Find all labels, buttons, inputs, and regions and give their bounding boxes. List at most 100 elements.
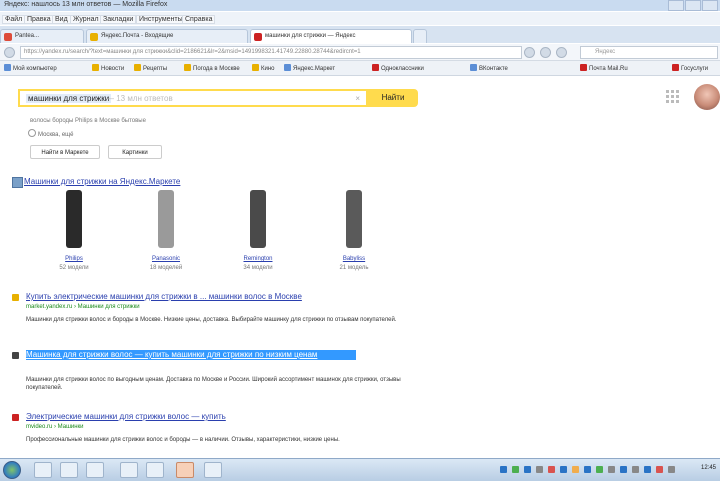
product-name[interactable]: Remington [228,256,288,262]
navigation-bar: https://yandex.ru/search/?text=машинки д… [0,44,720,61]
menu-file[interactable]: Файл [2,15,26,24]
tray-icon[interactable] [608,466,615,473]
bookmark-item[interactable]: Госуслуги [672,64,708,72]
product-image [250,190,266,248]
media-player-icon[interactable] [60,462,78,478]
bookmark-label: Яндекс.Маркет [293,66,336,72]
window-title: Яндекс: нашлось 13 млн ответов — Mozilla… [4,1,168,8]
bookmark-item[interactable]: Почта Mail.Ru [580,64,628,72]
tab-strip: Pantea... Яндекс.Почта - Входящие машинк… [0,26,720,43]
tray-icon[interactable] [560,466,567,473]
chip-market[interactable]: Найти в Маркете [30,145,100,159]
taskbar: 12:45 [0,458,720,481]
bookmark-favicon [580,64,587,71]
related-queries[interactable]: волосы бороды Philips в Москве бытовые [30,118,146,124]
tray-icon[interactable] [524,466,531,473]
result-snippet: Машинки для стрижки волос по выгодным це… [26,377,401,391]
bookmark-label: Кино [261,66,275,72]
product-name[interactable]: Philips [44,256,104,262]
product-count: 52 модели [59,265,89,271]
market-block-link[interactable]: Машинки для стрижки на Яндекс.Маркете [24,177,180,186]
flag-icon[interactable] [656,466,663,473]
user-avatar[interactable] [694,84,720,110]
tray-icon[interactable] [512,466,519,473]
folder-icon[interactable] [86,462,104,478]
bookmarks-bar: Мой компьютер Новости Рецепты Погода в Моск… [0,61,720,76]
browser-search-placeholder: Яндекс [595,49,616,55]
tray-icon[interactable] [584,466,591,473]
menu-history[interactable]: Журнал [70,15,102,24]
site-favicon [12,352,19,359]
app-icon[interactable] [204,462,222,478]
product-image [158,190,174,248]
reload-icon[interactable] [524,47,535,58]
home-icon[interactable] [556,47,567,58]
product-name[interactable]: Babyliss [324,256,384,262]
product-image [346,190,362,248]
bookmark-item[interactable]: Кино [252,64,275,72]
bookmark-item[interactable]: Рецепты [134,64,167,72]
result-url[interactable]: market.yandex.ru › Машинки для стрижки [26,304,140,310]
tab-label: Яндекс.Почта - Входящие [101,33,174,39]
result-title[interactable]: Купить электрические машинки для стрижки… [26,292,302,301]
tray-icon[interactable] [500,466,507,473]
new-tab-button[interactable] [413,29,427,43]
bookmark-item[interactable]: Погода в Москве [184,64,240,72]
explorer-icon[interactable] [34,462,52,478]
bookmark-item[interactable]: Яндекс.Маркет [284,64,335,72]
search-button[interactable]: Найти [368,89,418,107]
menu-view[interactable]: Вид [52,15,71,24]
result-title[interactable]: Электрические машинки для стрижки волос … [26,412,226,421]
app-icon[interactable] [120,462,138,478]
back-button[interactable] [4,47,15,58]
start-button[interactable] [3,461,21,479]
menu-edit[interactable]: Правка [24,15,54,24]
menu-help[interactable]: Справка [182,15,216,24]
clear-icon[interactable]: × [355,94,360,103]
region-selector[interactable]: Москва, ещё [28,129,73,138]
site-favicon [12,414,19,421]
search-query: машинки для стрижки [26,94,112,103]
search-input[interactable]: машинки для стрижки — 13 млн ответов × [18,89,368,107]
bookmark-star-icon[interactable] [540,47,551,58]
app-icon[interactable] [146,462,164,478]
language-icon[interactable] [668,466,675,473]
tray-icon[interactable] [572,466,579,473]
firefox-icon[interactable] [176,462,194,478]
bookmark-item[interactable]: ВКонтакте [470,64,508,72]
chip-images[interactable]: Картинки [108,145,162,159]
result-title[interactable]: Машинка для стрижки волос — купить машин… [26,350,356,360]
tab-1[interactable]: Pantea... [0,29,84,43]
region-label: Москва, ещё [38,132,74,138]
menu-bookmarks[interactable]: Закладки [100,15,137,24]
bookmark-item[interactable]: Мой компьютер [4,64,57,72]
tray-icon[interactable] [620,466,627,473]
product-name[interactable]: Panasonic [136,256,196,262]
window-title-bar: Яндекс: нашлось 13 млн ответов — Mozilla… [0,0,720,11]
bookmark-label: Госуслуги [681,66,709,72]
apps-grid-icon[interactable] [666,90,680,104]
tray-icon[interactable] [596,466,603,473]
tab-2[interactable]: Яндекс.Почта - Входящие [86,29,248,43]
site-favicon [12,294,19,301]
maximize-button[interactable] [685,0,701,11]
volume-icon[interactable] [632,466,639,473]
url-bar[interactable]: https://yandex.ru/search/?text=машинки д… [20,46,522,59]
tray-icon[interactable] [536,466,543,473]
product-count: 21 модель [339,265,369,271]
bookmark-favicon [184,64,191,71]
bookmark-favicon [92,64,99,71]
network-icon[interactable] [644,466,651,473]
browser-search-input[interactable]: Яндекс [580,46,718,59]
bookmark-item[interactable]: Новости [92,64,124,72]
tray-icon[interactable] [548,466,555,473]
bookmark-item[interactable]: Одноклассники [372,64,424,72]
menu-tools[interactable]: Инструменты [136,15,186,24]
close-button[interactable] [702,0,718,11]
result-url[interactable]: mvideo.ru › Машинки [26,424,84,430]
minimize-button[interactable] [668,0,684,11]
market-icon [12,177,23,188]
tab-3-active[interactable]: машинки для стрижки — Яндекс [250,29,412,43]
tab-label: машинки для стрижки — Яндекс [265,33,356,39]
clock[interactable]: 12:45 [701,465,716,471]
